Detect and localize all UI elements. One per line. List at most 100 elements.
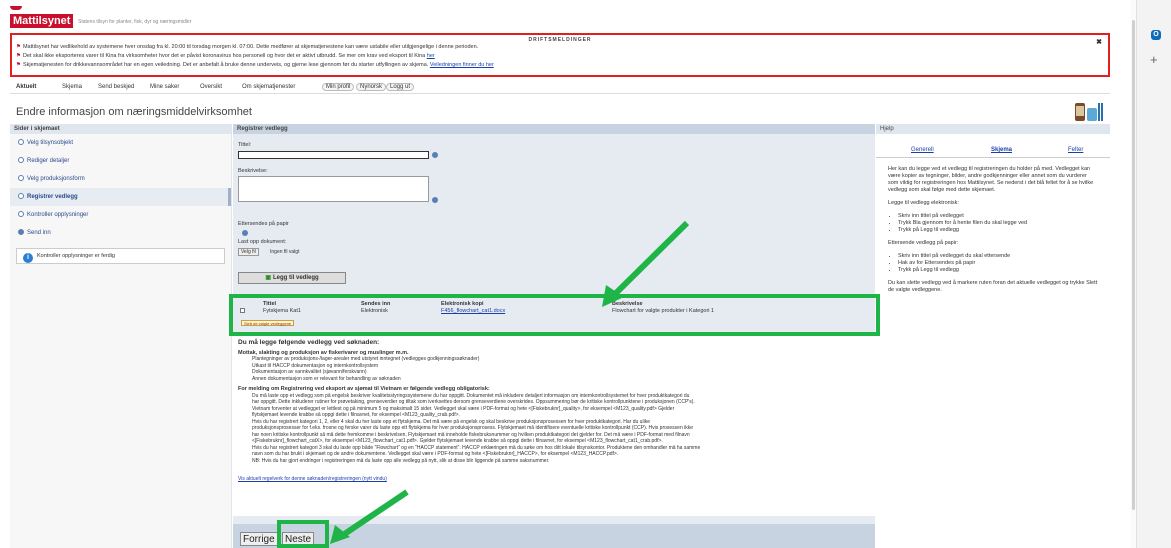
notice-link[interactable]: her [427,53,435,59]
regulations-link[interactable]: Vis aktuelt regelverk for denne søknaden… [238,476,387,482]
list-item: Skriv inn tittel på vedlegget [898,213,1098,220]
notice-line: ⚑ Mattilsynet har vedlikehold av systemen… [16,43,1104,52]
back-button[interactable]: Forrige [240,532,278,546]
check-icon [18,175,24,181]
step-label: Rediger detaljer [27,158,70,164]
flag-icon: ⚑ [16,53,21,59]
tab-skjema[interactable]: Skjema [991,147,1012,153]
brand-name: Mattilsynet [10,14,74,28]
logo-mark [10,6,22,10]
check-icon [18,193,24,199]
sidebar-step-velg-produksjonsform[interactable]: Velg produksjonsform [10,170,231,188]
add-attachment-label: Legg til vedlegg [273,275,319,281]
sidebar-header: Sider i skjemaet [10,124,231,134]
add-icon[interactable]: + [1150,52,1158,67]
help-icon[interactable] [432,152,438,158]
nav-om-skjematjenester[interactable]: Om skjematjenester [242,84,295,90]
requirements-box: Du må legge følgende vedlegg ved søknade… [233,336,875,516]
sidebar-step-registrer-vedlegg[interactable]: Registrer vedlegg [10,188,231,206]
notice-text: Mattilsynet har vedlikehold av systemene… [22,44,479,50]
add-attachment-button[interactable]: ▣ Legg til vedlegg [238,272,346,284]
sidebar: Sider i skjemaet Velg tilsynsobjekt Redi… [10,124,232,548]
nav-logg-ut[interactable]: Logg ut [386,83,415,91]
regulations-link-wrap: Vis aktuelt regelverk for denne søknaden… [238,476,870,483]
close-icon[interactable]: ✖ [1096,38,1102,46]
step-label: Registrer vedlegg [27,194,78,200]
sidebar-step-kontroller-opplysninger[interactable]: Kontroller opplysninger [10,206,231,224]
page-header: Endre informasjon om næringsmiddelvirkso… [10,100,1110,122]
outlook-icon[interactable]: O [1151,30,1161,40]
help-electronic-title: Legge til vedlegg elektronisk: [888,200,959,206]
check-icon [18,157,24,163]
help-header: Hjelp [876,124,1110,134]
file-name-text: Ingen fil valgt [270,249,300,255]
help-panel: Hjelp Generell Skjema Felter Her kan du … [876,124,1110,548]
choose-file-button[interactable]: Velg fil [238,248,259,256]
tab-felter[interactable]: Felter [1068,147,1083,153]
bottom-navigation: Forrige Neste [233,524,875,548]
help-intro: Her kan du legge ved et vedlegg til regi… [888,166,1094,193]
list-item: Trykk på Legg til vedlegg [898,267,1098,274]
step-label: Kontroller opplysninger [27,212,89,218]
main-header: Registrer vedlegg [233,124,875,134]
notice-line: ⚑ Det skal ikke eksporteres varer til Kin… [16,52,1104,61]
notice-text: Skjematjenesten for drikkevannsområdet h… [22,62,429,68]
help-paper-title: Ettersende vedlegg på papir: [888,240,959,246]
status-message: i Kontroller opplysninger er ferdig [16,248,225,264]
flag-icon: ⚑ [16,62,21,68]
notice-line: ⚑ Skjematjenesten for drikkevannsområdet … [16,61,1104,70]
requirements-list: Plantegninger av produksjons-/lager-area… [252,356,870,382]
nav-mine-saker[interactable]: Mine saker [150,84,179,90]
nav-aktuelt[interactable]: Aktuelt [16,84,36,90]
nav-min-profil[interactable]: Min profil [322,83,355,91]
help-delete-text: Du kan slette vedlegg ved å markere rute… [888,280,1098,293]
sidebar-step-send-inn[interactable]: Send inn [10,224,231,242]
step-label: Send inn [27,230,51,236]
logo[interactable]: Mattilsynet Statens tilsyn for planter, … [10,6,310,30]
step-label: Velg tilsynsobjekt [27,140,74,146]
help-paper-list: Skriv inn tittel på vedlegget du skal et… [898,253,1098,274]
list-item: NB: Hvis du har gjort endringer i regist… [252,458,870,465]
beskrivelse-textarea[interactable] [238,176,429,202]
list-item: Trykk på Legg til vedlegg [898,227,1098,234]
requirements-title: Du må legge følgende vedlegg ved søknade… [238,339,380,346]
ettersendes-label: Ettersendes på papir [238,221,289,227]
help-body: Her kan du legge ved et vedlegg til regi… [876,162,1110,304]
scrollbar-thumb[interactable] [1132,20,1135,510]
tab-generell[interactable]: Generell [911,147,934,153]
step-label: Velg produksjonsform [27,176,85,182]
help-icon[interactable] [432,197,438,203]
info-icon: i [23,253,33,263]
upload-label: Last opp dokument: [238,239,287,245]
notice-link[interactable]: Veiledningen finner du her [430,62,494,68]
list-item: Hak av for Ettersendes på papir [898,260,1098,267]
check-icon [18,211,24,217]
flag-icon: ⚑ [16,44,21,50]
help-electronic-list: Skriv inn tittel på vedlegget Trykk Bla … [898,213,1098,234]
page: Mattilsynet Statens tilsyn for planter, … [0,0,1131,548]
vietnam-list: Du må laste opp et vedlegg som på engels… [252,393,870,465]
sidebar-step-velg-tilsynsobjekt[interactable]: Velg tilsynsobjekt [10,134,231,152]
highlight-table-box [229,294,880,336]
page-title: Endre informasjon om næringsmiddelvirkso… [16,106,252,118]
circle-icon [18,229,24,235]
tittel-input[interactable] [238,151,429,159]
tittel-label: Tittel: [238,142,252,148]
plus-icon: ▣ [265,275,271,281]
list-item: Annen dokumentasjon som er relevant for … [252,376,870,383]
main-panel: Registrer vedlegg Tittel: Beskrivelse: E… [233,124,875,548]
top-nav: Aktuelt Skjema Send beskjed Mine saker O… [10,82,1110,94]
list-item: Trykk Bla gjennom for å hente filen du s… [898,220,1098,227]
status-text: Kontroller opplysninger er ferdig [37,253,115,259]
food-icon [1075,103,1103,121]
nav-skjema[interactable]: Skjema [62,84,82,90]
beskrivelse-label: Beskrivelse: [238,168,268,174]
help-icon[interactable] [242,230,248,236]
sidebar-step-rediger-detaljer[interactable]: Rediger detaljer [10,152,231,170]
browser-sidebar: O + [1136,0,1171,548]
nav-nynorsk[interactable]: Nynorsk [356,83,387,91]
nav-send-beskjed[interactable]: Send beskjed [98,84,134,90]
nav-oversikt[interactable]: Oversikt [200,84,222,90]
notice-text: Det skal ikke eksporteres varer til Kina… [22,53,426,59]
highlight-next-box [277,520,329,548]
